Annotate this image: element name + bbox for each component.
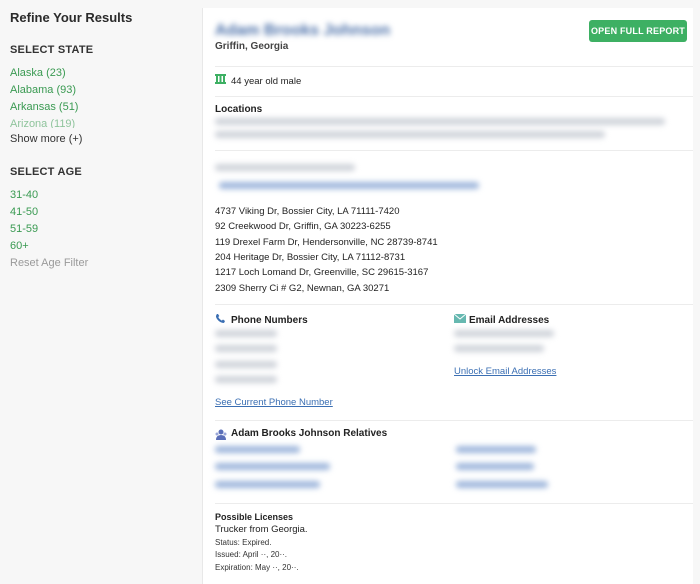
age-filter-31-40[interactable]: 31-40: [10, 189, 38, 201]
divider: [215, 503, 693, 504]
address-1: 4737 Viking Dr, Bossier City, LA 71111-7…: [215, 206, 400, 217]
relatives-title: Adam Brooks Johnson Relatives: [231, 428, 388, 439]
address-3: 119 Drexel Farm Dr, Hendersonville, NC 2…: [215, 237, 438, 248]
people-icon: [215, 74, 226, 87]
age-heading: SELECT AGE: [10, 166, 82, 178]
state-filter-arizona[interactable]: Arizona (119): [10, 118, 75, 128]
divider: [215, 96, 693, 97]
divider: [215, 304, 693, 305]
unlock-email-link[interactable]: Unlock Email Addresses: [454, 366, 556, 377]
license-status: Status: Expired.: [215, 538, 272, 547]
blurred-phone: [215, 376, 277, 383]
show-more-states[interactable]: Show more (+): [10, 133, 82, 145]
mail-icon: [453, 313, 467, 326]
person-location: Griffin, Georgia: [215, 41, 289, 52]
divider: [215, 150, 693, 151]
address-5: 1217 Loch Lomand Dr, Greenville, SC 2961…: [215, 267, 429, 278]
state-filter-alaska[interactable]: Alaska (23): [10, 67, 66, 79]
blurred-text: [215, 131, 605, 138]
blurred-relative-link[interactable]: [456, 463, 534, 470]
divider: [215, 66, 693, 67]
blurred-text: [215, 164, 355, 171]
blurred-relative-link[interactable]: [215, 463, 330, 470]
blurred-email: [454, 330, 554, 337]
email-addresses-title: Email Addresses: [469, 315, 550, 326]
address-6: 2309 Sherry Ci # G2, Newnan, GA 30271: [215, 283, 390, 294]
state-filter-alabama[interactable]: Alabama (93): [10, 84, 76, 96]
see-current-phone-link[interactable]: See Current Phone Number: [215, 397, 333, 408]
age-filter-41-50[interactable]: 41-50: [10, 206, 38, 218]
age-gender: 44 year old male: [231, 76, 302, 87]
blurred-email: [454, 345, 544, 352]
license-issued: Issued: April ··, 20··.: [215, 550, 288, 559]
relatives-icon: [215, 429, 227, 443]
license-description: Trucker from Georgia.: [215, 524, 308, 535]
blurred-relative-link[interactable]: [215, 446, 300, 453]
address-2: 92 Creekwood Dr, Griffin, GA 30223-6255: [215, 221, 391, 232]
blurred-phone: [215, 361, 277, 368]
reset-age-filter[interactable]: Reset Age Filter: [10, 257, 88, 269]
state-filter-arkansas[interactable]: Arkansas (51): [10, 101, 78, 113]
address-4: 204 Heritage Dr, Bossier City, LA 71112-…: [215, 252, 406, 263]
divider: [215, 420, 693, 421]
sidebar-title: Refine Your Results: [10, 10, 133, 25]
blurred-relative-link[interactable]: [456, 446, 536, 453]
filter-sidebar: Refine Your Results SELECT STATE Alaska …: [0, 0, 200, 584]
person-name[interactable]: Adam Brooks Johnson: [215, 22, 390, 40]
phone-numbers-title: Phone Numbers: [231, 315, 308, 326]
phone-icon: [215, 313, 226, 327]
licenses-title: Possible Licenses: [215, 512, 294, 522]
license-expiration: Expiration: May ··, 20··.: [215, 563, 299, 572]
state-heading: SELECT STATE: [10, 44, 94, 56]
result-card: Adam Brooks Johnson Griffin, Georgia OPE…: [202, 8, 693, 584]
blurred-link[interactable]: [219, 182, 479, 189]
locations-title: Locations: [215, 104, 263, 115]
blurred-relative-link[interactable]: [215, 481, 320, 488]
age-filter-60-plus[interactable]: 60+: [10, 240, 29, 252]
blurred-text: [215, 118, 665, 125]
open-full-report-button[interactable]: OPEN FULL REPORT: [589, 20, 687, 42]
blurred-phone: [215, 345, 277, 352]
blurred-phone: [215, 330, 277, 337]
age-filter-51-59[interactable]: 51-59: [10, 223, 38, 235]
blurred-relative-link[interactable]: [456, 481, 548, 488]
